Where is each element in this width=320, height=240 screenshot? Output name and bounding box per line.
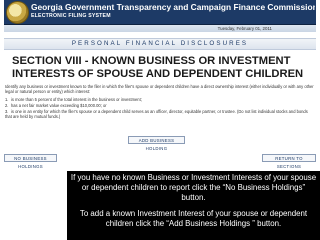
add-business-holding-button[interactable]: ADD BUSINESS HOLDING [128, 136, 185, 151]
list-item: 3. is one in an entity for which the file… [5, 109, 315, 119]
banner-text: PERSONAL FINANCIAL DISCLOSURES [71, 40, 249, 47]
georgia-seal-icon [6, 1, 29, 24]
item-text: has a net fair market value exceeding $1… [11, 102, 107, 108]
date-bar: Tuesday, February 01, 2011 [4, 25, 316, 32]
criteria-list: 1. is more than 5 percent of the total in… [5, 97, 315, 120]
callout-text-no-holdings: If you have no known Business or Investm… [70, 173, 317, 202]
item-text: is one in an entity for which the filer'… [5, 108, 308, 119]
item-text: is more than 5 percent of the total inte… [11, 97, 142, 102]
header-title: Georgia Government Transparency and Camp… [31, 2, 315, 12]
header-bar: Georgia Government Transparency and Camp… [4, 0, 316, 25]
current-date: Tuesday, February 01, 2011 [217, 26, 272, 31]
callout-text-add-holding: To add a known Investment Interest of yo… [79, 209, 308, 228]
header-subtitle: ELECTRONIC FILING SYSTEM [31, 13, 111, 19]
no-business-holdings-button[interactable]: NO BUSINESS HOLDINGS [4, 154, 57, 169]
section-description: Identify any business or investment know… [5, 84, 314, 95]
section-banner: PERSONAL FINANCIAL DISCLOSURES [4, 38, 316, 50]
return-to-sections-button[interactable]: RETURN TO SECTIONS [262, 154, 316, 169]
list-item: 2. has a net fair market value exceeding … [5, 103, 315, 108]
instruction-callout: If you have no known Business or Investm… [67, 171, 320, 240]
list-item: 1. is more than 5 percent of the total in… [5, 97, 315, 102]
section-title: SECTION VIII - KNOWN BUSINESS OR INVESTM… [12, 55, 304, 80]
